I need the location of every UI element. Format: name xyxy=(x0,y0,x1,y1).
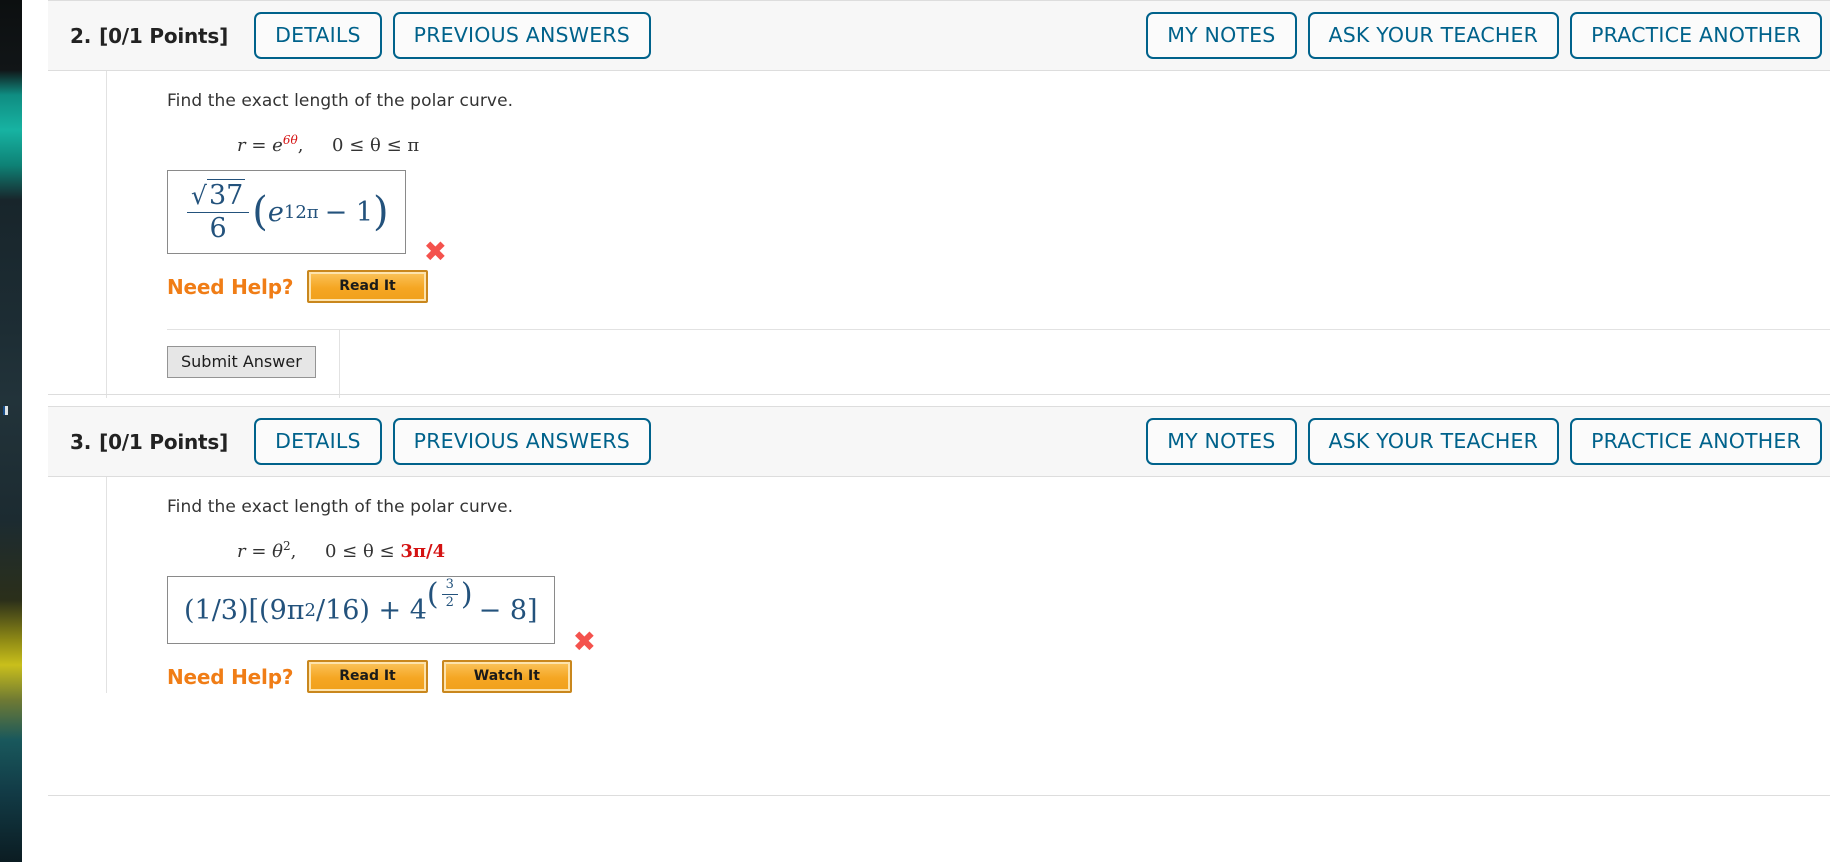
question-body-3: Find the exact length of the polar curve… xyxy=(106,477,1830,693)
answer-tail-3: − 8] xyxy=(478,594,538,626)
question-points-2: 2. [0/1 Points] xyxy=(70,24,228,48)
question-header-2: 2. [0/1 Points] DETAILS PREVIOUS ANSWERS … xyxy=(48,0,1830,71)
read-it-button-3[interactable]: Read It xyxy=(307,660,428,693)
need-help-label-2: Need Help? xyxy=(167,274,294,299)
question-body-2: Find the exact length of the polar curve… xyxy=(106,71,1830,399)
answer-exp-open-paren-3: ( xyxy=(426,576,439,612)
need-help-row-3: Need Help? Read It Watch It xyxy=(167,660,1830,693)
answer-inner-exponent-2: 12π xyxy=(283,201,319,223)
question-bottom-divider xyxy=(48,795,1830,796)
edge-tick-marker xyxy=(3,406,8,415)
question-number-3: 3. xyxy=(70,429,92,454)
answer-inner-tail-2: − 1 xyxy=(324,196,374,228)
answer-box-2[interactable]: √37 6 ( e 12π − 1 ) xyxy=(167,170,406,255)
need-help-label-3: Need Help? xyxy=(167,664,294,689)
answer-sqrt-radicand-2: 37 xyxy=(206,179,246,211)
equation-equals-3: = xyxy=(251,541,267,562)
answer-exp-close-paren-3: ) xyxy=(460,576,473,612)
answer-row-2: √37 6 ( e 12π − 1 ) ✖ xyxy=(167,170,1830,268)
answer-fraction-numerator-2: √37 xyxy=(187,179,250,213)
read-it-button-2[interactable]: Read It xyxy=(307,270,428,304)
question-equation-3: r = θ2, 0 ≤ θ ≤ 3π/4 xyxy=(237,539,1830,562)
equation-comma-3: , xyxy=(290,541,297,562)
page-left-gutter xyxy=(22,0,24,862)
answer-lead-3: (1/3)[(9π xyxy=(184,594,305,626)
my-notes-button-3[interactable]: MY NOTES xyxy=(1146,417,1297,466)
answer-exponent-fraction-3: 3 2 xyxy=(441,577,458,610)
answer-exponent-numerator-3: 3 xyxy=(441,577,458,595)
question-header-3: 3. [0/1 Points] DETAILS PREVIOUS ANSWERS … xyxy=(48,406,1830,477)
answer-lead-superscript-3: 2 xyxy=(304,599,316,621)
equation-base-2: e xyxy=(272,135,283,156)
ask-your-teacher-button-3[interactable]: ASK YOUR TEACHER xyxy=(1307,417,1560,466)
practice-another-button-3[interactable]: PRACTICE ANOTHER xyxy=(1570,417,1822,466)
question-divider xyxy=(48,394,1830,395)
question-number-2: 2. xyxy=(70,23,92,48)
equation-variable-2: r xyxy=(237,135,246,156)
watch-it-button-3[interactable]: Watch It xyxy=(441,660,572,693)
answer-box-3[interactable]: (1/3)[(9π 2/16) + 4 ( 3 2 ) − 8] xyxy=(167,576,555,644)
equation-domain-highlight-3: 3π/4 xyxy=(400,541,446,562)
my-notes-button-2[interactable]: MY NOTES xyxy=(1146,11,1297,60)
question-prompt-2: Find the exact length of the polar curve… xyxy=(167,91,514,111)
equation-equals-2: = xyxy=(251,135,267,156)
answer-row-3: (1/3)[(9π 2/16) + 4 ( 3 2 ) − 8] ✖ xyxy=(167,576,1830,658)
answer-mid-3: /16) + 4 xyxy=(315,594,427,626)
answer-fraction-denominator-2: 6 xyxy=(209,212,227,244)
desktop-edge-strip xyxy=(0,0,22,862)
need-help-row-2: Need Help? Read It xyxy=(167,270,1830,304)
ask-your-teacher-button-2[interactable]: ASK YOUR TEACHER xyxy=(1307,11,1560,60)
answer-fraction-2: √37 6 xyxy=(187,179,250,244)
question-card-3: 3. [0/1 Points] DETAILS PREVIOUS ANSWERS … xyxy=(48,406,1830,693)
question-left-buttons-3: DETAILS PREVIOUS ANSWERS xyxy=(254,417,652,466)
question-right-buttons-2: MY NOTES ASK YOUR TEACHER PRACTICE ANOTH… xyxy=(1146,11,1822,60)
incorrect-mark-icon-2: ✖ xyxy=(423,235,448,269)
equation-domain-2: 0 ≤ θ ≤ π xyxy=(332,135,420,156)
details-button-2[interactable]: DETAILS xyxy=(254,11,382,60)
answer-exponent-denominator-3: 2 xyxy=(445,594,454,610)
answer-open-paren-2: ( xyxy=(252,189,268,236)
practice-another-button-2[interactable]: PRACTICE ANOTHER xyxy=(1570,11,1822,60)
question-equation-2: r = e6θ, 0 ≤ θ ≤ π xyxy=(237,133,1830,156)
answer-close-paren-2: ) xyxy=(373,189,389,236)
question-points-value-3: [0/1 Points] xyxy=(99,429,229,454)
submit-answer-button-2[interactable]: Submit Answer xyxy=(167,346,316,379)
question-card-2: 2. [0/1 Points] DETAILS PREVIOUS ANSWERS … xyxy=(48,0,1830,399)
equation-domain-3: 0 ≤ θ ≤ xyxy=(325,541,401,562)
previous-answers-button-3[interactable]: PREVIOUS ANSWERS xyxy=(392,417,652,466)
submit-area-2: Submit Answer xyxy=(167,329,1830,399)
question-points-3: 3. [0/1 Points] xyxy=(70,430,228,454)
answer-inner-base-2: e xyxy=(267,196,284,228)
equation-comma-2: , xyxy=(297,135,304,156)
question-left-buttons-2: DETAILS PREVIOUS ANSWERS xyxy=(254,11,652,60)
question-prompt-3: Find the exact length of the polar curve… xyxy=(167,497,514,517)
equation-variable-3: r xyxy=(237,541,246,562)
question-right-buttons-3: MY NOTES ASK YOUR TEACHER PRACTICE ANOTH… xyxy=(1146,417,1822,466)
question-points-value-2: [0/1 Points] xyxy=(99,23,229,48)
incorrect-mark-icon-3: ✖ xyxy=(572,625,597,658)
details-button-3[interactable]: DETAILS xyxy=(254,417,382,466)
equation-base-3: θ xyxy=(272,541,284,562)
previous-answers-button-2[interactable]: PREVIOUS ANSWERS xyxy=(392,11,652,60)
equation-exponent-2: 6θ xyxy=(282,133,298,147)
equation-exponent-3: 2 xyxy=(283,539,291,553)
